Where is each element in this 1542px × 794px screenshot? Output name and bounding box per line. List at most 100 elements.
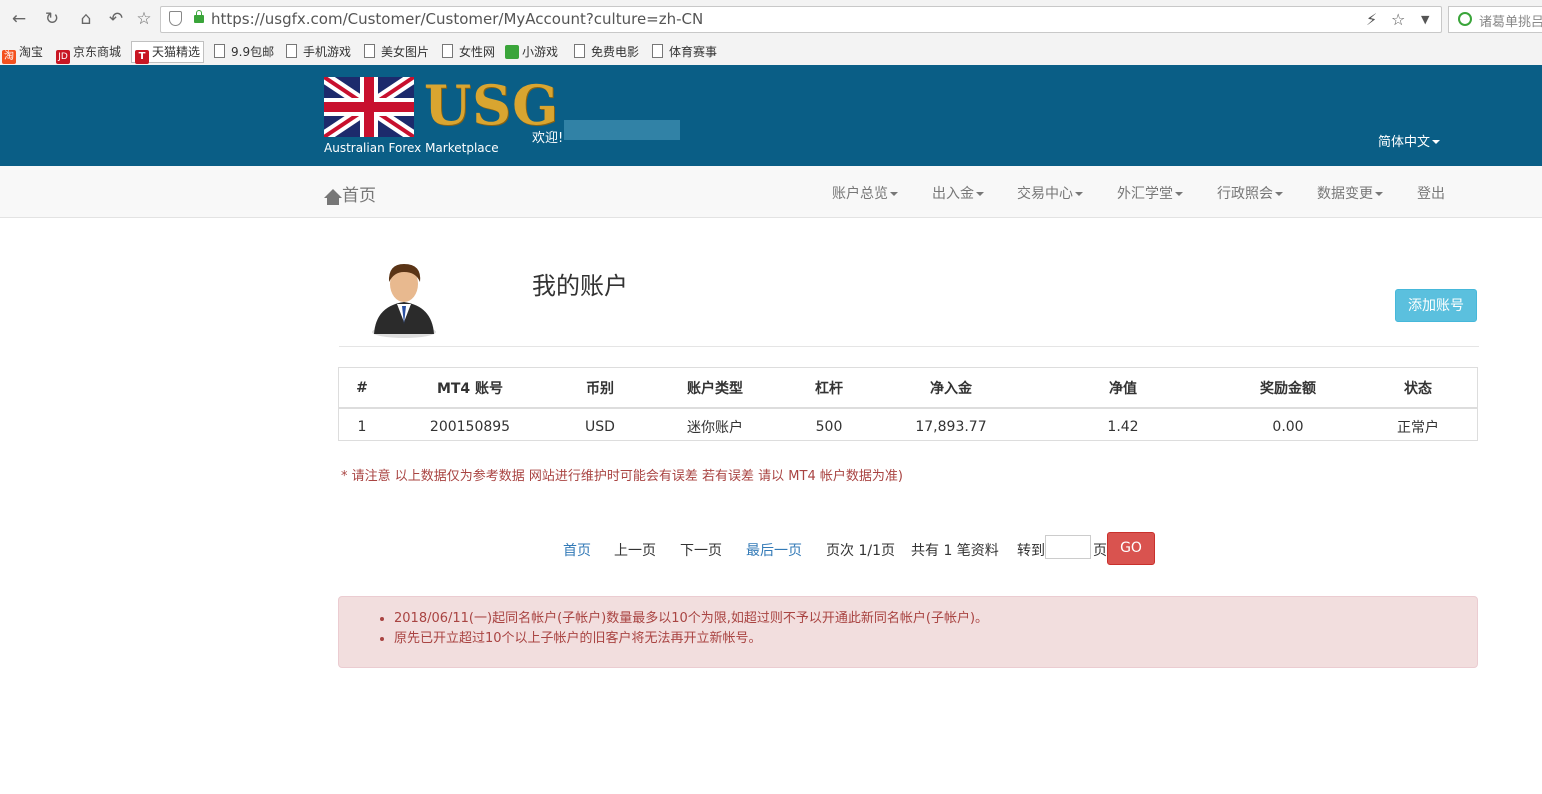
page-icon xyxy=(214,44,225,58)
chevron-down-icon xyxy=(890,192,898,196)
alert-item: 2018/06/11(一)起同名帐户(子帐户)数量最多以10个为限,如超过则不予… xyxy=(394,609,1477,629)
nav-account-overview[interactable]: 账户总览 xyxy=(832,183,898,203)
col-header: MT4 账号 xyxy=(385,368,555,409)
table-row: 1 200150895 USD 迷你账户 500 17,893.77 1.42 … xyxy=(339,408,1477,445)
bookmark-sports[interactable]: 体育赛事 xyxy=(652,43,717,61)
col-header: 账户类型 xyxy=(645,368,785,409)
nav-deposit-withdraw[interactable]: 出入金 xyxy=(932,183,984,203)
col-header: 净值 xyxy=(1029,368,1217,409)
bookmark-movies[interactable]: 免费电影 xyxy=(574,43,639,61)
usg-logo[interactable]: USG Australian Forex Marketplace xyxy=(324,73,558,155)
search-placeholder: 诸葛单挑吕 xyxy=(1479,15,1542,30)
pager-page-suffix: 页 xyxy=(1093,543,1107,559)
search-engine-icon xyxy=(1458,12,1472,26)
accounts-table: # MT4 账号 币别 账户类型 杠杆 净入金 净值 奖励金额 状态 1 200… xyxy=(338,367,1478,441)
col-header: 杠杆 xyxy=(785,368,873,409)
bookmark-9-9[interactable]: 9.9包邮 xyxy=(214,43,274,61)
pager-goto-label: 转到 xyxy=(1017,543,1045,559)
home-icon xyxy=(324,189,342,205)
page-number-input[interactable] xyxy=(1045,535,1091,559)
logo-subtitle: Australian Forex Marketplace xyxy=(324,141,499,155)
divider xyxy=(339,346,1479,347)
notice-alert: 2018/06/11(一)起同名帐户(子帐户)数量最多以10个为限,如超过则不予… xyxy=(338,596,1478,668)
url-text[interactable]: https://usgfx.com/Customer/Customer/MyAc… xyxy=(211,10,703,28)
bookmark-mini-games[interactable]: 小游戏 xyxy=(505,43,558,61)
bookmarks-bar: 淘淘宝 JD 京东商城 T 天猫精选 9.9包邮 手机游戏 美女图片 女性网 小游戏… xyxy=(0,38,1542,66)
page-title: 我的账户 xyxy=(532,272,628,300)
bookmark-star-icon[interactable]: ☆ xyxy=(1391,10,1405,29)
pager-prev[interactable]: 上一页 xyxy=(614,540,656,560)
reload-icon[interactable]: ↻ xyxy=(42,9,62,29)
undo-icon[interactable]: ↶ xyxy=(106,9,126,29)
nav-home[interactable]: 首页 xyxy=(324,181,376,206)
dropdown-arrow-icon[interactable]: ▼ xyxy=(1421,13,1429,26)
chevron-down-icon xyxy=(976,192,984,196)
nav-trading-center[interactable]: 交易中心 xyxy=(1017,183,1083,203)
pager-page-info: 页次 1/1页 xyxy=(826,543,895,559)
lightning-icon[interactable]: ⚡ xyxy=(1366,10,1377,29)
bookmark-mobile-games[interactable]: 手机游戏 xyxy=(286,43,351,61)
taobao-icon: 淘 xyxy=(2,50,16,64)
table-cell: 500 xyxy=(815,419,843,435)
nav-forex-school[interactable]: 外汇学堂 xyxy=(1117,183,1183,203)
table-cell: 正常户 xyxy=(1397,420,1439,436)
go-button[interactable]: GO xyxy=(1107,532,1155,565)
main-nav: 首页 账户总览 出入金 交易中心 外汇学堂 行政照会 数据变更 登出 xyxy=(0,166,1542,218)
site-header: USG Australian Forex Marketplace 欢迎! 简体中… xyxy=(0,65,1542,166)
bookmark-taobao[interactable]: 淘淘宝 xyxy=(2,43,43,64)
union-jack-icon xyxy=(324,77,414,137)
back-icon[interactable]: ← xyxy=(9,9,29,29)
col-header: 奖励金额 xyxy=(1217,368,1359,409)
pager-last[interactable]: 最后一页 xyxy=(746,540,802,560)
chevron-down-icon xyxy=(1275,192,1283,196)
table-cell: 17,893.77 xyxy=(915,419,987,435)
address-bar[interactable]: https://usgfx.com/Customer/Customer/MyAc… xyxy=(160,6,1442,33)
tmall-icon: T xyxy=(135,50,149,64)
home-icon[interactable]: ⌂ xyxy=(76,9,96,29)
jd-icon: JD xyxy=(56,50,70,64)
welcome-text: 欢迎! xyxy=(532,131,564,146)
chevron-down-icon xyxy=(1375,192,1383,196)
disclaimer-note: * 请注意 以上数据仅为参考数据 网站进行维护时可能会有误差 若有误差 请以 M… xyxy=(341,469,903,484)
table-header-row: # MT4 账号 币别 账户类型 杠杆 净入金 净值 奖励金额 状态 xyxy=(339,368,1477,409)
page-icon xyxy=(364,44,375,58)
nav-admin-notice[interactable]: 行政照会 xyxy=(1217,183,1283,203)
nav-logout[interactable]: 登出 xyxy=(1417,183,1445,203)
col-header: 币别 xyxy=(555,368,645,409)
page-icon xyxy=(652,44,663,58)
table-cell: 1.42 xyxy=(1107,419,1139,435)
add-account-button[interactable]: 添加账号 xyxy=(1395,289,1477,322)
table-cell: USD xyxy=(585,419,615,435)
pager-total: 共有 1 笔资料 xyxy=(911,543,999,559)
chevron-down-icon xyxy=(1075,192,1083,196)
browser-toolbar: ← ↻ ⌂ ↶ ☆ https://usgfx.com/Customer/Cus… xyxy=(0,0,1542,39)
user-avatar xyxy=(370,258,438,338)
nav-data-change[interactable]: 数据变更 xyxy=(1317,183,1383,203)
chevron-down-icon xyxy=(1175,192,1183,196)
game-icon xyxy=(505,45,519,59)
page-icon xyxy=(574,44,585,58)
table-cell: 1 xyxy=(357,419,367,435)
table-cell: 迷你账户 xyxy=(687,420,743,436)
pager-first[interactable]: 首页 xyxy=(563,540,591,560)
bookmark-photos[interactable]: 美女图片 xyxy=(364,43,429,61)
language-dropdown[interactable]: 简体中文 xyxy=(1378,131,1441,150)
page-icon xyxy=(442,44,453,58)
table-cell: 0.00 xyxy=(1272,419,1304,435)
bookmark-jd[interactable]: JD 京东商城 xyxy=(56,43,121,64)
col-header: 状态 xyxy=(1359,368,1477,409)
search-box[interactable]: 诸葛单挑吕 xyxy=(1448,6,1542,33)
shield-icon xyxy=(169,11,182,26)
bookmark-women[interactable]: 女性网 xyxy=(442,43,495,61)
bookmark-tmall[interactable]: T 天猫精选 xyxy=(131,41,205,64)
favorite-star-icon[interactable]: ☆ xyxy=(134,9,154,29)
chevron-down-icon xyxy=(1432,140,1441,144)
table-cell: 200150895 xyxy=(429,419,511,435)
col-header: # xyxy=(339,368,385,409)
page-icon xyxy=(286,44,297,58)
lock-icon xyxy=(194,10,204,23)
redacted-username xyxy=(564,120,680,140)
alert-item: 原先已开立超过10个以上子帐户的旧客户将无法再开立新帐号。 xyxy=(394,629,1477,649)
pager-next[interactable]: 下一页 xyxy=(680,540,722,560)
col-header: 净入金 xyxy=(873,368,1029,409)
